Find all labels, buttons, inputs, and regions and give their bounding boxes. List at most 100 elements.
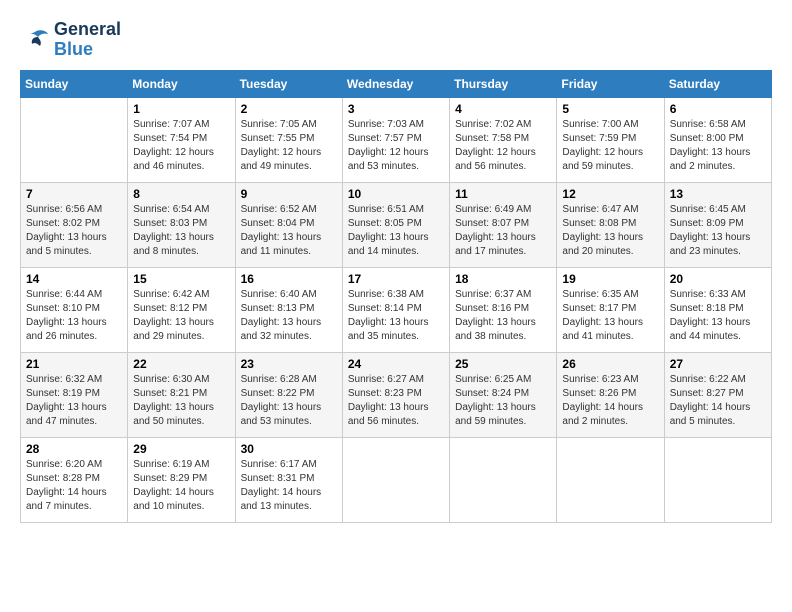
day-number: 20 [670,272,766,286]
calendar-day-12: 12Sunrise: 6:47 AMSunset: 8:08 PMDayligh… [557,182,664,267]
column-header-thursday: Thursday [450,70,557,97]
calendar-day-28: 28 Sunrise: 6:20 AMSunset: 8:28 PMDayligh… [21,437,128,522]
calendar-week-row: 1 Sunrise: 7:07 AMSunset: 7:54 PMDaylight… [21,97,772,182]
day-info: Sunrise: 6:56 AMSunset: 8:02 PMDaylight:… [26,203,122,259]
day-number: 2 [241,102,337,116]
calendar-day-14: 14Sunrise: 6:44 AMSunset: 8:10 PMDayligh… [21,267,128,352]
day-number: 22 [133,357,229,371]
day-number: 17 [348,272,444,286]
column-header-saturday: Saturday [664,70,771,97]
calendar-day-11: 11 Sunrise: 6:49 AMSunset: 8:07 PMDayligh… [450,182,557,267]
day-number: 19 [562,272,658,286]
day-number: 26 [562,357,658,371]
calendar-day-5: 5 Sunrise: 7:00 AMSunset: 7:59 PMDaylight… [557,97,664,182]
logo: GeneralBlue [20,20,121,60]
day-number: 21 [26,357,122,371]
calendar-day-24: 24 Sunrise: 6:27 AMSunset: 8:23 PMDayligh… [342,352,449,437]
calendar-day-8: 8Sunrise: 6:54 AMSunset: 8:03 PMDaylight… [128,182,235,267]
calendar-table: SundayMondayTuesdayWednesdayThursdayFrid… [20,70,772,523]
calendar-day-17: 17 Sunrise: 6:38 AMSunset: 8:14 PMDayligh… [342,267,449,352]
day-number: 29 [133,442,229,456]
day-info: Sunrise: 6:40 AMSunset: 8:13 PMDaylight:… [241,288,337,344]
day-info: Sunrise: 6:33 AMSunset: 8:18 PMDaylight:… [670,288,766,344]
calendar-day-22: 22 Sunrise: 6:30 AMSunset: 8:21 PMDayligh… [128,352,235,437]
day-number: 18 [455,272,551,286]
day-info: Sunrise: 6:52 AMSunset: 8:04 PMDaylight:… [241,203,337,259]
day-info: Sunrise: 6:32 AMSunset: 8:19 PMDaylight:… [26,373,122,429]
day-number: 7 [26,187,122,201]
calendar-day-4: 4 Sunrise: 7:02 AMSunset: 7:58 PMDaylight… [450,97,557,182]
calendar-empty-cell [450,437,557,522]
calendar-day-29: 29Sunrise: 6:19 AMSunset: 8:29 PMDayligh… [128,437,235,522]
day-info: Sunrise: 6:38 AMSunset: 8:14 PMDaylight:… [348,288,444,344]
page-header: GeneralBlue [20,20,772,60]
day-number: 30 [241,442,337,456]
day-info: Sunrise: 7:02 AMSunset: 7:58 PMDaylight:… [455,118,551,174]
calendar-day-1: 1 Sunrise: 7:07 AMSunset: 7:54 PMDaylight… [128,97,235,182]
calendar-week-row: 21 Sunrise: 6:32 AMSunset: 8:19 PMDayligh… [21,352,772,437]
day-info: Sunrise: 6:54 AMSunset: 8:03 PMDaylight:… [133,203,229,259]
day-info: Sunrise: 6:17 AMSunset: 8:31 PMDaylight:… [241,458,337,514]
day-info: Sunrise: 6:22 AMSunset: 8:27 PMDaylight:… [670,373,766,429]
day-info: Sunrise: 6:49 AMSunset: 8:07 PMDaylight:… [455,203,551,259]
day-number: 11 [455,187,551,201]
day-info: Sunrise: 6:35 AMSunset: 8:17 PMDaylight:… [562,288,658,344]
calendar-day-25: 25Sunrise: 6:25 AMSunset: 8:24 PMDayligh… [450,352,557,437]
logo-icon [20,28,50,52]
day-number: 1 [133,102,229,116]
day-info: Sunrise: 6:51 AMSunset: 8:05 PMDaylight:… [348,203,444,259]
calendar-day-27: 27 Sunrise: 6:22 AMSunset: 8:27 PMDayligh… [664,352,771,437]
day-number: 10 [348,187,444,201]
calendar-day-7: 7 Sunrise: 6:56 AMSunset: 8:02 PMDaylight… [21,182,128,267]
day-info: Sunrise: 6:20 AMSunset: 8:28 PMDaylight:… [26,458,122,514]
calendar-week-row: 28 Sunrise: 6:20 AMSunset: 8:28 PMDayligh… [21,437,772,522]
day-info: Sunrise: 6:25 AMSunset: 8:24 PMDaylight:… [455,373,551,429]
day-number: 28 [26,442,122,456]
day-number: 13 [670,187,766,201]
day-info: Sunrise: 6:42 AMSunset: 8:12 PMDaylight:… [133,288,229,344]
calendar-day-30: 30 Sunrise: 6:17 AMSunset: 8:31 PMDayligh… [235,437,342,522]
day-info: Sunrise: 7:00 AMSunset: 7:59 PMDaylight:… [562,118,658,174]
day-info: Sunrise: 7:03 AMSunset: 7:57 PMDaylight:… [348,118,444,174]
calendar-week-row: 7 Sunrise: 6:56 AMSunset: 8:02 PMDaylight… [21,182,772,267]
day-info: Sunrise: 6:45 AMSunset: 8:09 PMDaylight:… [670,203,766,259]
column-header-sunday: Sunday [21,70,128,97]
day-number: 3 [348,102,444,116]
calendar-day-3: 3 Sunrise: 7:03 AMSunset: 7:57 PMDaylight… [342,97,449,182]
column-header-monday: Monday [128,70,235,97]
day-info: Sunrise: 7:07 AMSunset: 7:54 PMDaylight:… [133,118,229,174]
column-header-tuesday: Tuesday [235,70,342,97]
calendar-day-26: 26 Sunrise: 6:23 AMSunset: 8:26 PMDayligh… [557,352,664,437]
day-number: 23 [241,357,337,371]
column-header-wednesday: Wednesday [342,70,449,97]
calendar-empty-cell [21,97,128,182]
day-info: Sunrise: 6:28 AMSunset: 8:22 PMDaylight:… [241,373,337,429]
day-info: Sunrise: 6:27 AMSunset: 8:23 PMDaylight:… [348,373,444,429]
day-number: 15 [133,272,229,286]
calendar-empty-cell [557,437,664,522]
calendar-day-16: 16 Sunrise: 6:40 AMSunset: 8:13 PMDayligh… [235,267,342,352]
day-number: 24 [348,357,444,371]
calendar-header-row: SundayMondayTuesdayWednesdayThursdayFrid… [21,70,772,97]
day-info: Sunrise: 6:58 AMSunset: 8:00 PMDaylight:… [670,118,766,174]
logo-text: GeneralBlue [54,20,121,60]
calendar-day-13: 13 Sunrise: 6:45 AMSunset: 8:09 PMDayligh… [664,182,771,267]
calendar-day-21: 21 Sunrise: 6:32 AMSunset: 8:19 PMDayligh… [21,352,128,437]
day-number: 27 [670,357,766,371]
day-info: Sunrise: 6:47 AMSunset: 8:08 PMDaylight:… [562,203,658,259]
calendar-day-9: 9Sunrise: 6:52 AMSunset: 8:04 PMDaylight… [235,182,342,267]
column-header-friday: Friday [557,70,664,97]
day-info: Sunrise: 6:44 AMSunset: 8:10 PMDaylight:… [26,288,122,344]
day-info: Sunrise: 6:23 AMSunset: 8:26 PMDaylight:… [562,373,658,429]
calendar-empty-cell [342,437,449,522]
calendar-empty-cell [664,437,771,522]
day-number: 16 [241,272,337,286]
calendar-day-19: 19 Sunrise: 6:35 AMSunset: 8:17 PMDayligh… [557,267,664,352]
calendar-day-18: 18 Sunrise: 6:37 AMSunset: 8:16 PMDayligh… [450,267,557,352]
calendar-day-23: 23 Sunrise: 6:28 AMSunset: 8:22 PMDayligh… [235,352,342,437]
calendar-week-row: 14Sunrise: 6:44 AMSunset: 8:10 PMDayligh… [21,267,772,352]
day-number: 5 [562,102,658,116]
day-number: 4 [455,102,551,116]
day-info: Sunrise: 6:37 AMSunset: 8:16 PMDaylight:… [455,288,551,344]
day-info: Sunrise: 6:30 AMSunset: 8:21 PMDaylight:… [133,373,229,429]
